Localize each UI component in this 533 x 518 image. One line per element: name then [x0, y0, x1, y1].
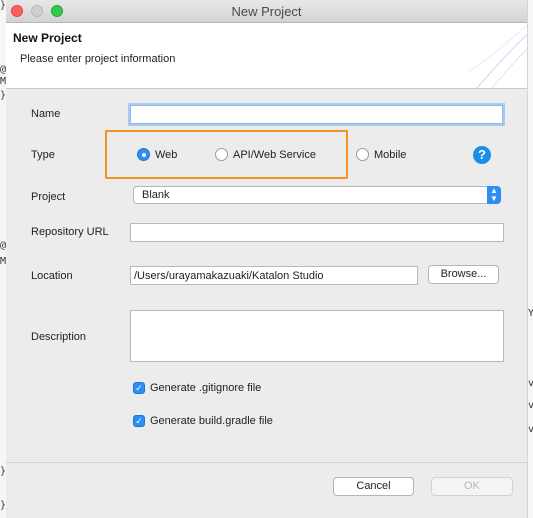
project-select-value: Blank [142, 189, 170, 201]
type-label: Type [31, 149, 55, 161]
type-api-label[interactable]: API/Web Service [233, 149, 316, 161]
type-web-radio[interactable] [137, 148, 150, 161]
type-mobile-label[interactable]: Mobile [374, 149, 406, 161]
location-label: Location [31, 270, 73, 282]
footer-separator [6, 462, 527, 463]
type-api-radio[interactable] [215, 148, 228, 161]
window-titlebar[interactable]: New Project [6, 0, 527, 23]
type-web-label[interactable]: Web [155, 149, 177, 161]
window-title: New Project [231, 4, 302, 19]
description-textarea[interactable] [130, 310, 504, 362]
location-input[interactable]: /Users/urayamakazuaki/Katalon Studio [130, 266, 418, 285]
banner-title: New Project [13, 31, 82, 45]
project-label: Project [31, 191, 66, 203]
banner-decoration-icon [467, 24, 527, 88]
repository-url-label: Repository URL [31, 226, 109, 238]
edge-glyph: Y [528, 308, 533, 319]
description-label: Description [31, 331, 87, 343]
gitignore-checkbox[interactable]: ✓ [133, 382, 145, 394]
ok-button[interactable]: OK [431, 477, 513, 496]
new-project-dialog: New Project New Project Please enter pro… [6, 0, 527, 518]
type-mobile-radio[interactable] [356, 148, 369, 161]
edge-glyph: v [528, 400, 533, 411]
gitignore-label[interactable]: Generate .gitignore file [150, 382, 261, 394]
edge-glyph: v [528, 424, 533, 435]
gradle-label[interactable]: Generate build.gradle file [150, 415, 273, 427]
banner-message: Please enter project information [20, 53, 176, 65]
cancel-button[interactable]: Cancel [333, 477, 414, 496]
edge-glyph: v [528, 378, 533, 389]
project-select[interactable]: Blank ▲ ▼ [133, 186, 501, 204]
name-input[interactable] [130, 105, 503, 124]
background-editor-edge-right: Y v v v [527, 0, 533, 518]
browse-button[interactable]: Browse... [428, 265, 499, 284]
dialog-banner: New Project Please enter project informa… [6, 23, 527, 89]
help-icon[interactable]: ? [473, 146, 491, 164]
name-label: Name [31, 108, 61, 120]
gradle-checkbox[interactable]: ✓ [133, 415, 145, 427]
repository-url-input[interactable] [130, 223, 504, 242]
chevron-up-down-icon: ▲ ▼ [487, 186, 501, 204]
